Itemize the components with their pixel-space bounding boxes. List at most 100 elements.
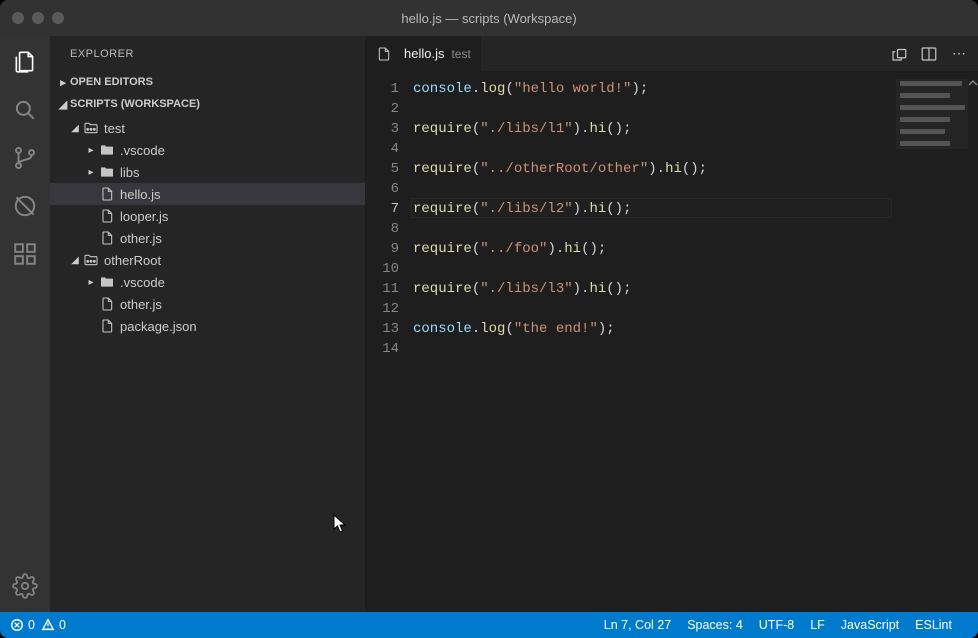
chevron-right-icon: ▸: [84, 145, 98, 156]
folder-item-otherRoot[interactable]: ◢otherRoot: [50, 249, 365, 271]
section-header-0[interactable]: ▸OPEN EDITORS: [50, 71, 365, 93]
file-item-looper-js[interactable]: looper.js: [50, 205, 365, 227]
folder-icon: [82, 251, 100, 269]
line-number: 4: [365, 139, 399, 159]
status-warnings[interactable]: 0: [41, 618, 66, 632]
files-icon[interactable]: [11, 48, 39, 76]
code-line: console.log("the end!");: [413, 319, 978, 339]
line-number: 8: [365, 219, 399, 239]
line-number: 13: [365, 319, 399, 339]
chevron-right-icon: ▸: [84, 277, 98, 288]
error-icon: [10, 618, 24, 632]
status-error-count: 0: [28, 618, 35, 632]
explorer-title: EXPLORER: [50, 36, 365, 71]
file-item-hello-js[interactable]: hello.js: [50, 183, 365, 205]
section-header-1[interactable]: ◢SCRIPTS (WORKSPACE): [50, 93, 365, 115]
window-controls: [12, 12, 64, 24]
folder-item-libs[interactable]: ▸libs: [50, 161, 365, 183]
minimap-line: [900, 129, 945, 134]
tree-item-label: otherRoot: [104, 253, 161, 268]
tab-filename: hello.js: [404, 46, 444, 61]
tree-item-label: libs: [120, 165, 140, 180]
folder-item-test[interactable]: ◢test: [50, 117, 365, 139]
minimap-line: [900, 141, 950, 146]
window-title: hello.js — scripts (Workspace): [0, 11, 978, 26]
line-number: 5: [365, 159, 399, 179]
chevron-right-icon: ▸: [56, 76, 70, 89]
minimap[interactable]: [896, 79, 968, 149]
tab-hello-js[interactable]: hello.js test: [365, 36, 481, 71]
file-item-other-js[interactable]: other.js: [50, 227, 365, 249]
tab-directory: test: [451, 47, 470, 61]
folder-icon: [98, 273, 116, 291]
scroll-up-arrow-icon[interactable]: [968, 75, 978, 85]
debug-icon[interactable]: [11, 192, 39, 220]
chevron-down-icon: ◢: [56, 98, 70, 111]
code-line: [413, 219, 978, 239]
file-icon: [98, 207, 116, 225]
split-editor-icon[interactable]: [920, 45, 938, 63]
line-number: 1: [365, 79, 399, 99]
editor-body[interactable]: 1234567891011121314 console.log("hello w…: [365, 71, 978, 612]
activity-bar: [0, 36, 50, 612]
code-line: [413, 99, 978, 119]
code-line: [413, 339, 978, 359]
editor-area: hello.js test ⋯ 1234567891011121314 cons…: [365, 36, 978, 612]
mouse-cursor-icon: [333, 514, 349, 539]
minimize-window-button[interactable]: [32, 12, 44, 24]
git-branch-icon[interactable]: [11, 144, 39, 172]
status-eol[interactable]: LF: [810, 618, 825, 632]
line-number: 11: [365, 279, 399, 299]
search-icon[interactable]: [11, 96, 39, 124]
code-content[interactable]: console.log("hello world!"); require("./…: [413, 71, 978, 612]
file-icon: [98, 317, 116, 335]
file-icon: [98, 229, 116, 247]
tree-item-label: other.js: [120, 231, 162, 246]
minimap-line: [900, 112, 964, 115]
folder-item--vscode[interactable]: ▸.vscode: [50, 271, 365, 293]
more-icon[interactable]: ⋯: [950, 45, 968, 63]
minimap-line: [900, 105, 965, 110]
status-language[interactable]: JavaScript: [841, 618, 899, 632]
folder-icon: [98, 163, 116, 181]
file-icon: [98, 295, 116, 313]
file-icon: [375, 45, 393, 63]
status-encoding[interactable]: UTF-8: [759, 618, 794, 632]
line-number: 12: [365, 299, 399, 319]
section-label: SCRIPTS (WORKSPACE): [70, 98, 200, 110]
tree-item-label: test: [104, 121, 125, 136]
peeking-icon[interactable]: [890, 45, 908, 63]
current-line-highlight: [411, 198, 892, 218]
minimap-line: [900, 117, 950, 122]
status-indentation[interactable]: Spaces: 4: [687, 618, 743, 632]
minimap-line: [900, 88, 964, 91]
line-number: 3: [365, 119, 399, 139]
file-item-other-js[interactable]: other.js: [50, 293, 365, 315]
status-linter[interactable]: ESLint: [915, 618, 952, 632]
window: hello.js — scripts (Workspace) EXPLORER …: [0, 0, 978, 638]
tree-item-label: .vscode: [120, 143, 165, 158]
status-cursor-position[interactable]: Ln 7, Col 27: [604, 618, 671, 632]
maximize-window-button[interactable]: [52, 12, 64, 24]
tree-item-label: package.json: [120, 319, 197, 334]
line-number: 14: [365, 339, 399, 359]
gear-icon[interactable]: [11, 572, 39, 600]
titlebar: hello.js — scripts (Workspace): [0, 0, 978, 36]
code-line: require("../foo").hi();: [413, 239, 978, 259]
main-area: EXPLORER ▸OPEN EDITORS◢SCRIPTS (WORKSPAC…: [0, 36, 978, 612]
minimap-line: [900, 81, 962, 86]
code-line: console.log("hello world!");: [413, 79, 978, 99]
file-icon: [98, 185, 116, 203]
folder-item--vscode[interactable]: ▸ .vscode: [50, 139, 365, 161]
code-line: require("../otherRoot/other").hi();: [413, 159, 978, 179]
extensions-icon[interactable]: [11, 240, 39, 268]
status-warning-count: 0: [59, 618, 66, 632]
close-window-button[interactable]: [12, 12, 24, 24]
minimap-line: [900, 136, 964, 139]
file-item-package-json[interactable]: package.json: [50, 315, 365, 337]
status-errors[interactable]: 0: [10, 618, 35, 632]
warning-icon: [41, 618, 55, 632]
file-tree: ◢test▸.vscode▸libshello.jslooper.jsother…: [50, 115, 365, 337]
minimap-line: [900, 124, 964, 127]
editor-tab-bar: hello.js test ⋯: [365, 36, 978, 71]
